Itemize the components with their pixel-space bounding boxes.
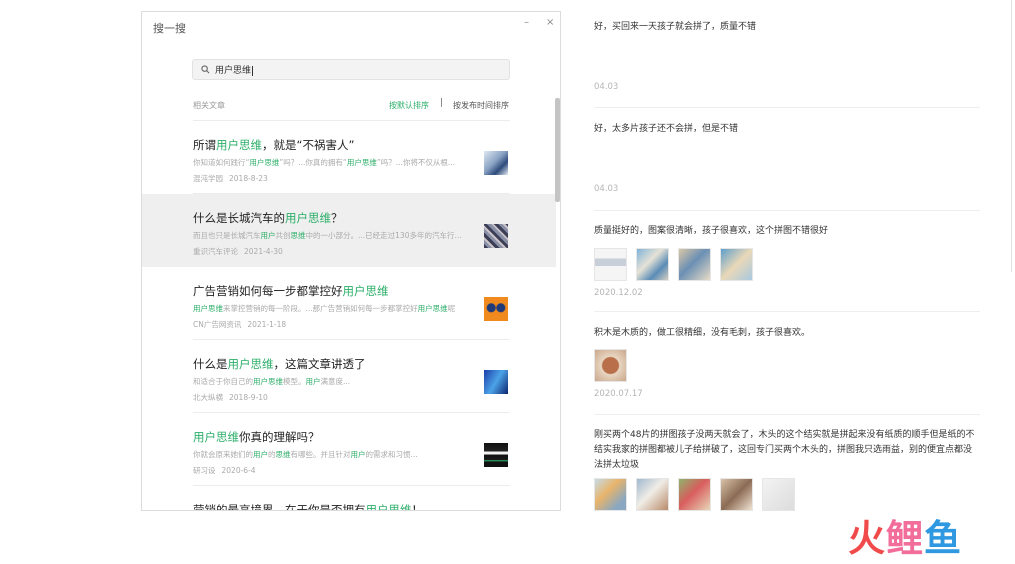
review-text: 积木是木质的，做工很精细，没有毛刺，孩子很喜欢。 bbox=[594, 328, 811, 338]
review-divider bbox=[594, 210, 980, 211]
review-post: 质量挺好的，图案很清晰，孩子很喜欢，这个拼图不错很好 2020.12.02 bbox=[594, 224, 980, 312]
result-snippet: 而且也只是长城汽车用户共创思维中的一小部分。...已经走过130多年的汽车行..… bbox=[193, 231, 462, 240]
result-item[interactable]: 营销的最高境界，在于你是否拥有用户思维！ bbox=[142, 486, 556, 511]
sort-separator: | bbox=[440, 98, 444, 108]
result-meta: 重识汽车评论 2021-4-30 bbox=[193, 246, 283, 257]
result-meta: 北大纵横 2018-9-10 bbox=[193, 392, 268, 403]
section-label: 相关文章 bbox=[193, 101, 225, 110]
review-text: 好，买回来一天孩子就会拼了，质量不错 bbox=[594, 22, 757, 32]
result-thumbnail bbox=[484, 224, 508, 248]
result-snippet: 和适合于你自己的用户思维模型。用户满意度... bbox=[193, 377, 351, 386]
search-input[interactable]: 用户思维 bbox=[215, 63, 254, 76]
review-photos bbox=[594, 478, 804, 515]
result-thumbnail bbox=[484, 151, 508, 175]
results-list: 所谓用户思维，就是“不祸害人” 你知道如何践行“用户思维”吗？...你真的拥有“用… bbox=[142, 121, 556, 511]
sort-default-link[interactable]: 按默认排序 bbox=[389, 100, 429, 111]
result-item[interactable]: 广告营销如何每一步都掌控好用户思维用户思维来掌控营销的每一阶段。...那广告营销… bbox=[142, 267, 556, 340]
result-snippet: 你知道如何践行“用户思维”吗？...你真的拥有“用户思维”吗？...你将不仅从根… bbox=[193, 158, 456, 167]
review-photo[interactable] bbox=[594, 478, 627, 511]
search-bar[interactable]: 用户思维 bbox=[192, 59, 510, 80]
review-divider bbox=[594, 107, 980, 108]
search-window: 搜一搜 – × 用户思维 相关文章 按默认排序 | 按发布时间排序 所谓用户思维… bbox=[141, 11, 561, 511]
minimize-button[interactable]: – bbox=[524, 17, 529, 28]
review-photo[interactable] bbox=[678, 478, 711, 511]
watermark-logo: 火鲤鱼 bbox=[848, 517, 962, 560]
review-post: 好，买回来一天孩子就会拼了，质量不错 04.03 bbox=[594, 20, 980, 108]
review-post: 刚买两个48片的拼图孩子没两天就会了，木头的这个结实就是拼起来没有纸质的顺手但是… bbox=[594, 428, 980, 511]
review-date: 04.03 bbox=[594, 184, 619, 194]
result-meta: CN广告网资讯 2021-1-18 bbox=[193, 319, 286, 330]
sort-time-link[interactable]: 按发布时间排序 bbox=[453, 100, 509, 111]
result-date: 2021-1-18 bbox=[247, 320, 287, 329]
review-divider bbox=[594, 311, 980, 312]
review-photo[interactable] bbox=[762, 478, 795, 511]
result-item[interactable]: 什么是长城汽车的用户思维？ 而且也只是长城汽车用户共创思维中的一小部分。...已经… bbox=[142, 194, 556, 267]
result-source: 北大纵横 bbox=[193, 393, 223, 402]
result-date: 2018-8-23 bbox=[229, 174, 268, 183]
review-photos bbox=[594, 248, 762, 285]
result-snippet: 用户思维来掌控营销的每一阶段。...那广告营销如何每一步都掌控好用户思维呢 bbox=[193, 304, 456, 313]
result-source: CN广告网资讯 bbox=[193, 320, 242, 329]
result-item[interactable]: 所谓用户思维，就是“不祸害人” 你知道如何践行“用户思维”吗？...你真的拥有“用… bbox=[142, 121, 556, 194]
result-title: 什么是长城汽车的用户思维？ bbox=[193, 211, 343, 225]
result-thumbnail bbox=[484, 370, 508, 394]
review-post: 好，太多片孩子还不会拼，但是不错 04.03 bbox=[594, 122, 980, 211]
result-title: 用户思维你真的理解吗？ bbox=[193, 430, 320, 444]
window-title: 搜一搜 bbox=[153, 22, 186, 35]
review-photo[interactable] bbox=[594, 349, 627, 382]
review-photo[interactable] bbox=[678, 248, 711, 281]
review-text: 刚买两个48片的拼图孩子没两天就会了，木头的这个结实就是拼起来没有纸质的顺手但是… bbox=[594, 430, 975, 470]
review-date: 2020.12.02 bbox=[594, 288, 643, 298]
search-icon bbox=[201, 65, 210, 74]
result-item[interactable]: 什么是用户思维，这篇文章讲透了和适合于你自己的用户思维模型。用户满意度... 北大… bbox=[142, 340, 556, 413]
result-source: 研习设 bbox=[193, 466, 216, 475]
close-button[interactable]: × bbox=[546, 17, 554, 28]
review-photo[interactable] bbox=[636, 478, 669, 511]
review-photo[interactable] bbox=[636, 248, 669, 281]
review-divider bbox=[594, 414, 980, 415]
review-text: 质量挺好的，图案很清晰，孩子很喜欢，这个拼图不错很好 bbox=[594, 226, 829, 236]
result-source: 重识汽车评论 bbox=[193, 247, 238, 256]
result-date: 2021-4-30 bbox=[244, 247, 283, 256]
result-item[interactable]: 用户思维你真的理解吗？ 你就会原来她们的用户的思维有哪些。并且针对用户的需求和习惯… bbox=[142, 413, 556, 486]
result-meta: 研习设 2020-6-4 bbox=[193, 465, 256, 476]
review-photo[interactable] bbox=[720, 248, 753, 281]
result-thumbnail bbox=[484, 297, 508, 321]
review-post: 积木是木质的，做工很精细，没有毛刺，孩子很喜欢。 2020.07.17 bbox=[594, 326, 980, 415]
result-title: 广告营销如何每一步都掌控好用户思维 bbox=[193, 284, 389, 298]
result-snippet: 你就会原来她们的用户的思维有哪些。并且针对用户的需求和习惯... bbox=[193, 450, 418, 459]
right-edge-divider bbox=[1011, 0, 1012, 272]
review-photos bbox=[594, 349, 636, 386]
result-source: 混沌学园 bbox=[193, 174, 223, 183]
review-date: 04.03 bbox=[594, 82, 619, 92]
review-text: 好，太多片孩子还不会拼，但是不错 bbox=[594, 124, 739, 134]
result-meta: 混沌学园 2018-8-23 bbox=[193, 173, 268, 184]
result-title: 所谓用户思维，就是“不祸害人” bbox=[193, 138, 355, 152]
result-title: 什么是用户思维，这篇文章讲透了 bbox=[193, 357, 366, 371]
review-photo[interactable] bbox=[720, 478, 753, 511]
result-thumbnail bbox=[484, 443, 508, 467]
result-title: 营销的最高境界，在于你是否拥有用户思维！ bbox=[193, 503, 423, 511]
scrollbar[interactable] bbox=[555, 98, 560, 202]
review-photo[interactable] bbox=[594, 248, 627, 281]
result-date: 2018-9-10 bbox=[229, 393, 268, 402]
review-date: 2020.07.17 bbox=[594, 389, 643, 399]
result-date: 2020-6-4 bbox=[221, 466, 256, 475]
